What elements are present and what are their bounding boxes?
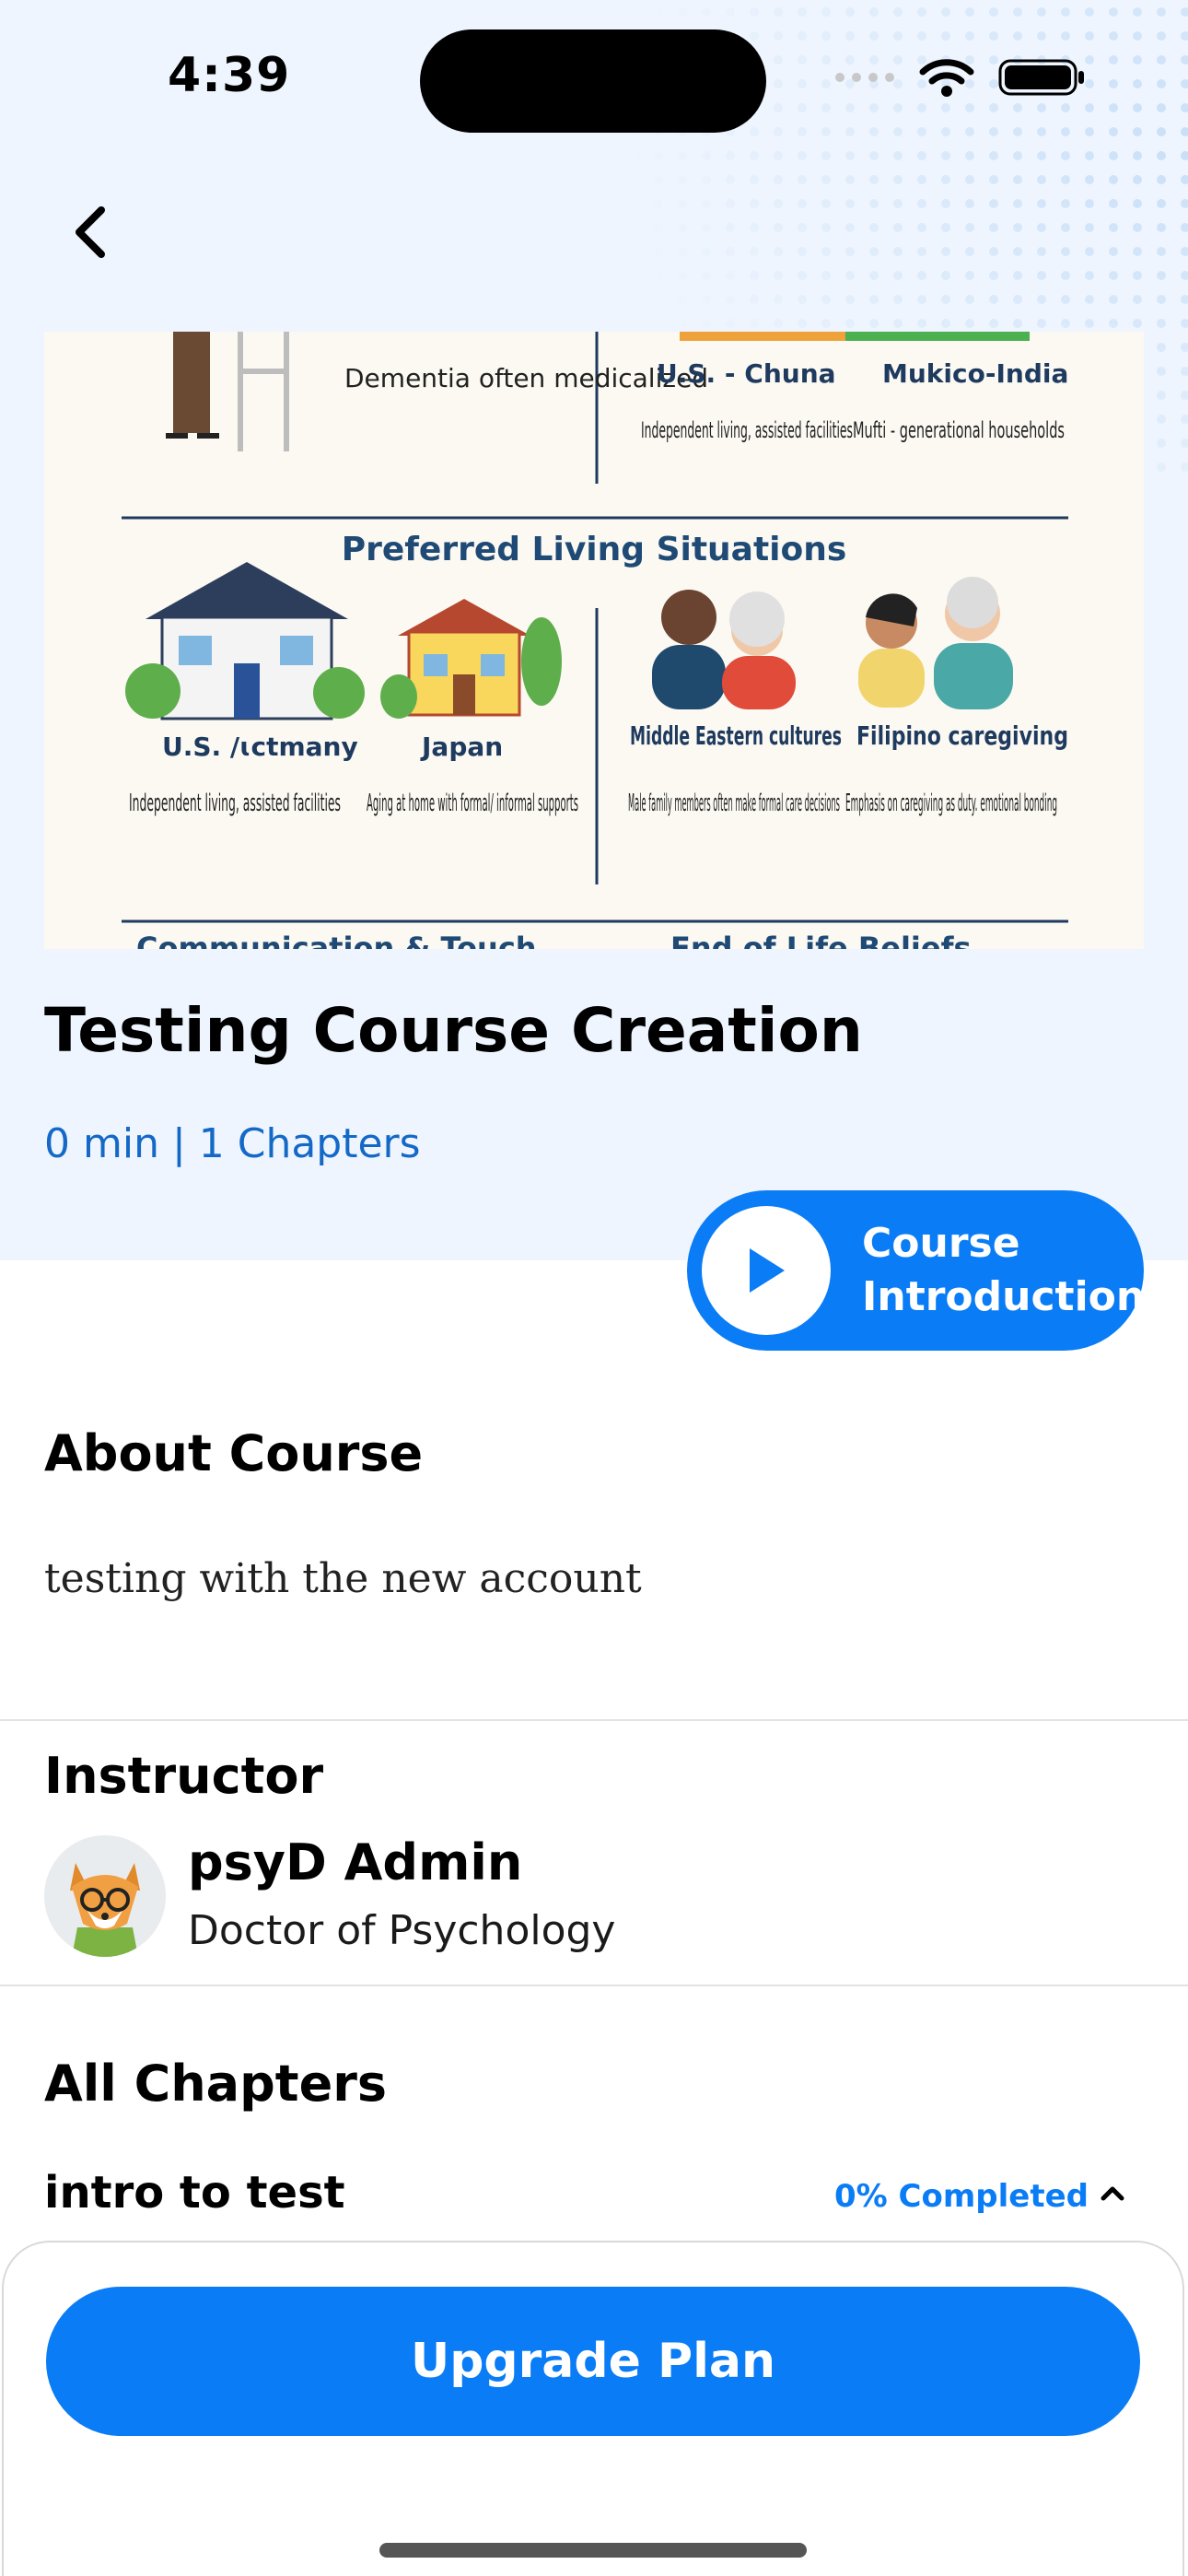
signal-dots-icon (835, 73, 894, 82)
status-time: 4:39 (168, 48, 291, 103)
img-cell-text: Male family members often make formal ca… (628, 790, 840, 817)
course-introduction-button[interactable]: Course Introduction (687, 1190, 1146, 1351)
chapter-collapse-toggle[interactable] (1089, 2167, 1136, 2219)
dynamic-island (420, 29, 766, 133)
play-button-circle (702, 1206, 831, 1335)
img-note-1: Dementia often medicalized (344, 363, 708, 393)
battery-icon (998, 59, 1084, 96)
img-col2-title: Mukico-India (882, 358, 1068, 389)
course-introduction-label: Course Introduction (862, 1220, 1146, 1320)
img-bottom-left: Communication & Touch (136, 931, 537, 949)
about-course-text: testing with the new account (44, 1555, 642, 1602)
instructor-name: psyD Admin (188, 1833, 523, 1891)
chevron-left-icon (76, 206, 105, 258)
status-indicators (834, 57, 1087, 98)
back-button[interactable] (57, 195, 123, 269)
chapter-title[interactable]: intro to test (44, 2167, 345, 2219)
img-section-heading: Preferred Living Situations (342, 531, 847, 568)
img-bottom-right: End of Life Beliefs (670, 931, 972, 949)
fox-avatar-icon (44, 1835, 166, 1957)
divider (0, 1985, 1188, 1986)
img-cell-title: U.S. /ɩctmany (162, 732, 358, 762)
img-col2-text: Mufti - generational households (853, 417, 1065, 443)
upgrade-plan-button[interactable]: Upgrade Plan (46, 2287, 1140, 2436)
img-cell-text: Independent living, assisted facilities (129, 790, 341, 817)
divider (0, 1719, 1188, 1721)
chapter-progress: 0% Completed (834, 2178, 1089, 2215)
wifi-icon (919, 59, 974, 97)
cover-illustration: Dementia often medicalized U.S. - Chuna … (122, 332, 1068, 949)
course-title: Testing Course Creation (44, 995, 863, 1066)
all-chapters-title: All Chapters (44, 2055, 387, 2113)
play-icon (750, 1248, 785, 1293)
img-cell-title: Japan (420, 732, 503, 762)
img-cell-text: Emphasis on caregiving as duty. emotiona… (845, 790, 1057, 817)
instructor-role: Doctor of Psychology (188, 1907, 616, 1954)
instructor-title: Instructor (44, 1747, 324, 1805)
img-col1-title: U.S. - Chuna (657, 358, 836, 389)
instructor-avatar (44, 1835, 166, 1957)
img-col1-text: Independent living, assisted facilities (641, 417, 853, 443)
course-meta: 0 min | 1 Chapters (44, 1120, 421, 1167)
home-indicator (379, 2543, 807, 2558)
about-course-title: About Course (44, 1424, 424, 1482)
course-cover-image: Dementia often medicalized U.S. - Chuna … (44, 332, 1144, 949)
img-cell-title: Middle Eastern cultures (630, 720, 842, 751)
img-cell-title: Filipino caregiving (856, 720, 1068, 751)
chevron-up-icon (1101, 2186, 1124, 2201)
img-cell-text: Aging at home with formal/ informal supp… (367, 790, 578, 817)
